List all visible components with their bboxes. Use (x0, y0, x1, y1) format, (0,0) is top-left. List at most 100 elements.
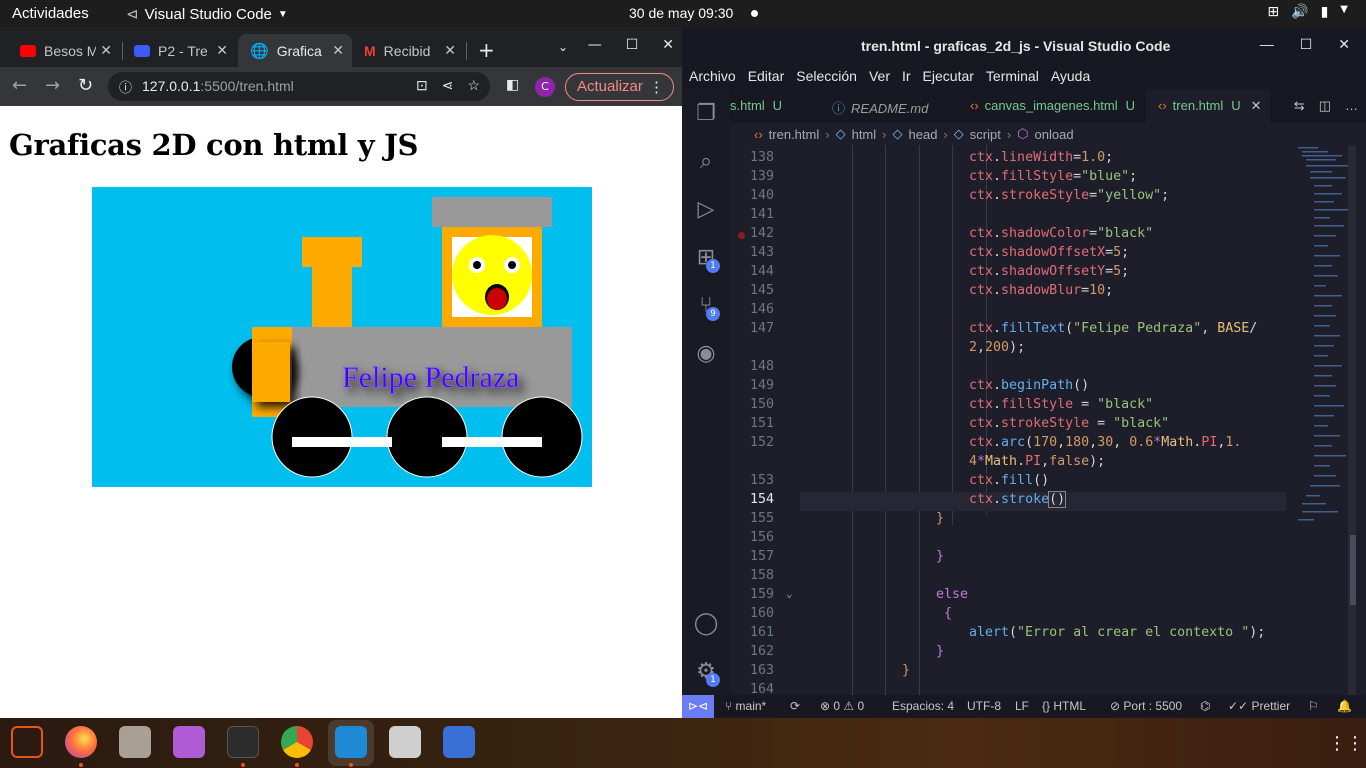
browser-tab-youtube[interactable]: Besos M ✕ (8, 34, 120, 67)
code-line: 148 (749, 359, 774, 374)
translate-icon[interactable]: ⊡ (416, 77, 428, 94)
screenshot-icon[interactable] (11, 726, 43, 758)
close-icon[interactable]: ✕ (216, 42, 228, 59)
close-icon[interactable]: ✕ (332, 42, 344, 59)
firefox-icon[interactable] (65, 726, 97, 758)
reload-icon[interactable]: ↻ (78, 75, 93, 96)
breadcrumb-item[interactable]: onload (1035, 127, 1074, 142)
canvas-name-text: Felipe Pedraza (342, 361, 519, 394)
tab-search-icon[interactable]: ⌄ (558, 40, 568, 54)
update-button[interactable]: Actualizar ⋮ (565, 73, 674, 101)
encoding-status[interactable]: UTF-8 (967, 699, 1001, 713)
menu-archivo[interactable]: Archivo (689, 68, 736, 84)
globe-icon: 🌐 (250, 42, 269, 60)
live-server-port[interactable]: ⊘ Port : 5500 (1110, 699, 1182, 713)
remote-icon[interactable]: ⊳⊲ (682, 695, 714, 718)
address-bar-actions: ⊡ ⋖ ☆ (416, 77, 480, 94)
notifications-bell-icon[interactable]: 🔔 (1337, 699, 1352, 713)
split-editor-icon[interactable]: ◫ (1319, 98, 1331, 114)
close-icon[interactable]: ✕ (662, 37, 674, 53)
terminal-icon[interactable] (227, 726, 259, 758)
code-line: 143 ctx.shadowOffsetX=5; (749, 245, 1130, 260)
problems-status[interactable]: ⊗ 0 ⚠ 0 (820, 699, 864, 713)
breadcrumb-item[interactable]: tren.html (769, 127, 820, 142)
editor-tab-tren-html[interactable]: ‹› tren.html U ✕ (1146, 89, 1270, 123)
breadcrumb-item[interactable]: head (909, 127, 938, 142)
editor-tab-s-html[interactable]: s.html U (730, 89, 816, 123)
copilot-icon[interactable]: ⌬ (1200, 699, 1210, 713)
indent-status[interactable]: Espacios: 4 (892, 699, 954, 713)
close-icon[interactable]: ✕ (100, 42, 112, 59)
minimap[interactable] (1288, 145, 1358, 695)
fold-chevron-icon[interactable]: ⌄ (786, 587, 793, 600)
editor-tab-readme[interactable]: ⓘ README.md (818, 89, 956, 123)
prettier-status[interactable]: ✓✓ Prettier (1228, 699, 1290, 713)
chrome-icon[interactable] (281, 726, 313, 758)
vscode-icon[interactable] (335, 726, 367, 758)
close-icon[interactable]: ✕ (1338, 36, 1350, 53)
files-icon[interactable] (119, 726, 151, 758)
share-icon[interactable]: ⋖ (442, 77, 454, 94)
chevron-down-icon: ▼ (277, 8, 288, 20)
menu-ayuda[interactable]: Ayuda (1051, 68, 1090, 84)
compare-icon[interactable]: ⇆ (1294, 98, 1305, 114)
branch-status[interactable]: ⑂ main* (725, 699, 766, 713)
wheel-rod-2 (442, 437, 542, 447)
editor-tab-canvas-imagenes[interactable]: ‹› canvas_imagenes.html U (958, 89, 1144, 123)
browser-tab-gmail[interactable]: M Recibid ✕ (352, 34, 464, 67)
breadcrumb-item[interactable]: script (970, 127, 1001, 142)
train-front-shadow (252, 342, 290, 402)
menu-ir[interactable]: Ir (902, 68, 911, 84)
code-line: 156 (749, 530, 774, 545)
menu-editar[interactable]: Editar (748, 68, 785, 84)
forward-arrow-icon[interactable]: → (45, 75, 60, 96)
side-panel-icon[interactable]: ◧ (506, 77, 519, 93)
code-editor[interactable]: 138 ctx.lineWidth=1.0; 139 ctx.fillStyle="… (730, 145, 1290, 695)
minimap-slider (1348, 145, 1356, 695)
explorer-icon[interactable]: ❐ (693, 101, 719, 127)
system-tray[interactable]: ⊞ 🔊 ▮ ▼ (1267, 4, 1348, 20)
app-menu[interactable]: ⊲ Visual Studio Code ▼ (126, 5, 288, 24)
minimize-icon[interactable]: — (588, 37, 602, 53)
activities-button[interactable]: Actividades (12, 5, 89, 22)
address-bar[interactable]: ⓘ 127.0.0.1:5500/tren.html ⊡ ⋖ ☆ (108, 72, 490, 101)
maximize-icon[interactable]: ☐ (1300, 36, 1313, 53)
site-info-icon[interactable]: ⓘ (119, 77, 132, 96)
show-apps-grid-icon[interactable]: ⋮⋮⋮ (1328, 733, 1366, 754)
code-line: 158 (749, 568, 774, 583)
minimize-icon[interactable]: — (1260, 36, 1274, 53)
feedback-icon[interactable]: ⚐ (1308, 699, 1319, 713)
video-icon[interactable] (173, 726, 205, 758)
sync-icon[interactable]: ⟳ (790, 699, 800, 713)
more-actions-icon[interactable]: … (1345, 98, 1358, 114)
browser-tab-classroom[interactable]: P2 - Tre ✕ (122, 34, 236, 67)
github-icon[interactable]: ◉ (693, 341, 719, 367)
close-icon[interactable]: ✕ (1251, 98, 1262, 113)
eol-status[interactable]: LF (1015, 699, 1029, 713)
code-line: 141 (749, 207, 774, 222)
close-icon[interactable]: ✕ (444, 42, 456, 59)
screenshot-select-icon[interactable] (443, 726, 475, 758)
chevron-right-icon: › (882, 126, 887, 142)
vscode-window: tren.html - graficas_2d_js - Visual Stud… (682, 27, 1366, 718)
profile-avatar[interactable]: C (535, 77, 555, 97)
back-arrow-icon[interactable]: ← (12, 75, 27, 96)
menu-bar: Archivo Editar Selección Ver Ir Ejecutar… (682, 63, 1366, 89)
gmail-icon: M (364, 42, 376, 59)
account-icon[interactable]: ◯ (693, 611, 719, 637)
browser-tab-graficas[interactable]: 🌐 Grafica ✕ (238, 34, 352, 67)
menu-ejecutar[interactable]: Ejecutar (923, 68, 974, 84)
menu-ver[interactable]: Ver (869, 68, 890, 84)
menu-seleccion[interactable]: Selección (796, 68, 857, 84)
maximize-icon[interactable]: ☐ (626, 37, 639, 53)
bookmark-star-icon[interactable]: ☆ (467, 77, 480, 94)
language-status[interactable]: {} HTML (1042, 699, 1086, 713)
breadcrumb-item[interactable]: html (852, 127, 877, 142)
web-page: Graficas 2D con html y JS Felipe Pedraza (0, 106, 682, 718)
new-tab-button[interactable]: + (478, 38, 495, 62)
run-debug-icon[interactable]: ▷ (693, 197, 719, 223)
clock[interactable]: 30 de may 09:30 (629, 5, 733, 21)
search-icon[interactable]: ⌕ (693, 149, 719, 175)
menu-terminal[interactable]: Terminal (986, 68, 1039, 84)
image-viewer-icon[interactable] (389, 726, 421, 758)
